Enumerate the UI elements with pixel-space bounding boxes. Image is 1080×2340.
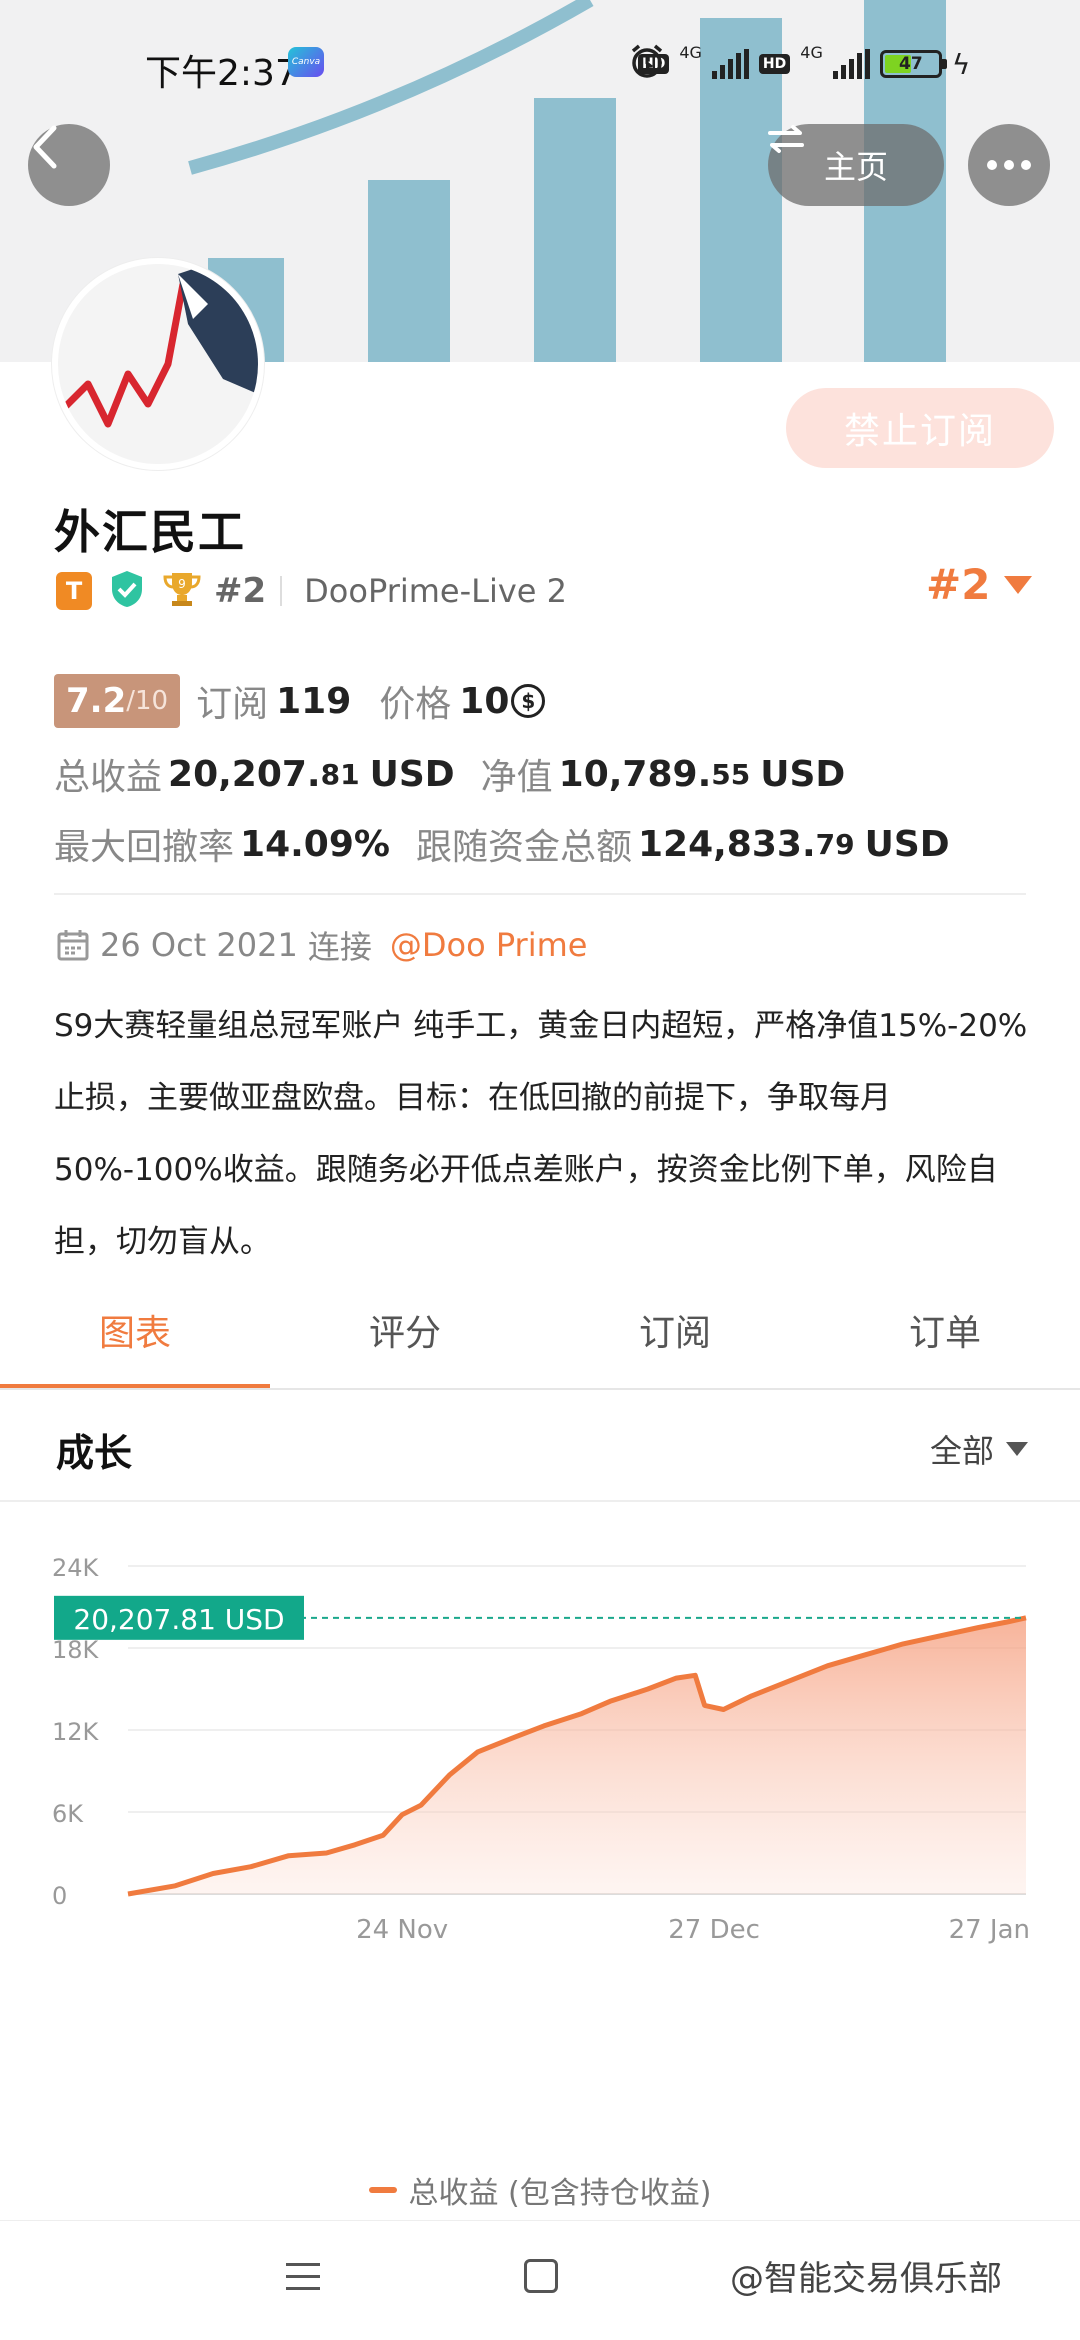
connection-info: 26 Oct 2021 连接 @Doo Prime — [56, 922, 587, 968]
stats-row-2: 总收益 20,207. 81 USD 净值 10,789. 55 USD — [54, 748, 845, 800]
divider-line — [54, 893, 1026, 895]
stats-row-1: 7.2/10 订阅 119 价格 10 $ — [54, 674, 546, 728]
signal-icon — [711, 49, 749, 79]
equity-unit: USD — [760, 753, 846, 795]
recent-apps-button[interactable] — [286, 2263, 320, 2299]
avatar-image — [58, 264, 258, 464]
x-tick-label: 27 Dec — [668, 1915, 760, 1945]
rank-dropdown-label: #2 — [926, 560, 991, 609]
svg-text:9: 9 — [178, 577, 186, 591]
trophy-icon: 9 — [162, 569, 202, 613]
y-tick-label: 6K — [52, 1800, 84, 1828]
series-area — [128, 1617, 1026, 1894]
subscribe-count: 119 — [276, 680, 352, 722]
caret-down-icon — [1006, 1442, 1028, 1456]
rank-dropdown[interactable]: #2 — [926, 560, 1033, 609]
calendar-icon — [57, 930, 89, 961]
tab-rating[interactable]: 评分 — [270, 1286, 540, 1390]
legend-swatch — [368, 2187, 397, 2193]
signal-icon-2 — [832, 49, 870, 79]
total-profit-value: 20,207. — [168, 753, 321, 795]
drawdown-label: 最大回撤率 — [54, 827, 235, 868]
back-button[interactable] — [28, 124, 110, 206]
equity-decimals: 55 — [711, 757, 751, 791]
divider — [280, 576, 283, 606]
x-tick-label: 27 Jan — [949, 1915, 1030, 1945]
follow-funds-value: 124,833. — [637, 823, 816, 865]
trader-profile-page: 下午2:37 Canva HD 4G HD 4G 47 ϟ 主页 禁止订阅 外汇… — [0, 0, 1080, 2340]
network-type-2: 4G — [800, 42, 823, 62]
range-filter-dropdown[interactable]: 全部 — [930, 1426, 1028, 1472]
total-profit-label: 总收益 — [54, 757, 163, 798]
total-profit-unit: USD — [369, 753, 455, 795]
t-badge: T — [56, 572, 92, 610]
tab-chart[interactable]: 图表 — [0, 1286, 270, 1390]
total-profit-decimals: 81 — [320, 757, 360, 791]
connect-date: 26 Oct 2021 — [100, 926, 298, 964]
system-navigation-bar: @智能交易俱乐部 — [0, 2220, 1080, 2340]
status-icons: HD 4G HD 4G 47 ϟ — [628, 42, 970, 86]
bio-line: S9大赛轻量组总冠军账户 纯手工，黄金日内超短，严格净值15%-20% — [54, 1008, 1028, 1044]
growth-title: 成长 — [56, 1431, 133, 1475]
y-tick-label: 12K — [52, 1718, 100, 1746]
status-bar: 下午2:37 Canva HD 4G HD 4G 47 ϟ — [0, 0, 1080, 130]
trader-bio: S9大赛轻量组总冠军账户 纯手工，黄金日内超短，严格净值15%-20% 止损，主… — [54, 990, 1054, 1278]
coin-icon: $ — [511, 684, 546, 718]
subscribe-disabled-button[interactable]: 禁止订阅 — [786, 388, 1054, 468]
growth-chart[interactable]: 0 6K 12K 18K 24K 24 Nov 27 Dec 27 Jan 20,207.81 … — [0, 1520, 1080, 2220]
battery-icon: 47 — [879, 50, 947, 78]
home-label: 主页 — [823, 148, 888, 186]
charging-icon: ϟ — [951, 47, 971, 81]
range-filter-label: 全部 — [929, 1432, 994, 1470]
tab-divider — [0, 1388, 1080, 1390]
watermark: @智能交易俱乐部 — [730, 2259, 1002, 2299]
broker-link[interactable]: @Doo Prime — [390, 926, 588, 964]
price-label: 价格 — [379, 684, 452, 725]
y-tick-label: 18K — [52, 1636, 100, 1664]
home-switch-button[interactable]: 主页 — [768, 124, 944, 206]
chevron-left-icon — [33, 125, 57, 169]
bio-line: 止损，主要做亚盘欧盘。目标：在低回撤的前提下，争取每月 — [54, 1080, 891, 1116]
caret-down-icon — [1004, 575, 1033, 594]
network-type: 4G — [679, 42, 702, 62]
tab-bar: 图表 评分 订阅 订单 — [0, 1286, 1080, 1390]
price-value: 10 — [459, 680, 510, 722]
swap-icon — [768, 125, 804, 153]
trader-name: 外汇民工 — [54, 505, 246, 559]
legend-label: 总收益 (包含持仓收益) — [408, 2176, 712, 2211]
trader-badges: T 9 #2 DooPrime-Live 2 — [56, 566, 567, 616]
bio-line: 50%-100%收益。跟随务必开低点差账户，按资金比例下单，风险自 — [54, 1152, 998, 1188]
tab-orders[interactable]: 订单 — [810, 1286, 1080, 1390]
status-time: 下午2:37 — [145, 53, 298, 94]
home-button[interactable] — [524, 2259, 558, 2293]
rank-text: #2 — [214, 571, 267, 611]
hd-badge-2: HD — [758, 54, 791, 74]
follow-funds-unit: USD — [864, 823, 950, 865]
subscribe-label: 订阅 — [196, 684, 269, 725]
follow-funds-decimals: 79 — [815, 827, 855, 861]
canva-app-icon: Canva — [288, 47, 324, 77]
connect-label: 连接 — [307, 928, 372, 966]
stats-row-3: 最大回撤率 14.09% 跟随资金总额 124,833. 79 USD — [54, 818, 950, 870]
more-options-button[interactable] — [968, 124, 1050, 206]
verified-shield-icon — [108, 569, 146, 613]
growth-header: 成长 全部 — [0, 1392, 1080, 1502]
current-value-label: 20,207.81 USD — [73, 1603, 284, 1636]
y-tick-label: 0 — [52, 1882, 67, 1910]
score-badge: 7.2/10 — [54, 674, 181, 728]
drawdown-value: 14.09% — [240, 823, 390, 865]
y-tick-label: 24K — [52, 1554, 100, 1582]
avatar[interactable] — [52, 258, 264, 470]
x-tick-label: 24 Nov — [356, 1915, 448, 1945]
follow-funds-label: 跟随资金总额 — [415, 827, 632, 868]
equity-value: 10,789. — [558, 753, 712, 795]
chart-legend: 总收益 (包含持仓收益) — [0, 2168, 1080, 2212]
tab-subscription[interactable]: 订阅 — [540, 1286, 810, 1390]
bio-line: 担，切勿盲从。 — [54, 1224, 271, 1260]
server-name: DooPrime-Live 2 — [304, 572, 568, 610]
equity-label: 净值 — [480, 757, 553, 798]
